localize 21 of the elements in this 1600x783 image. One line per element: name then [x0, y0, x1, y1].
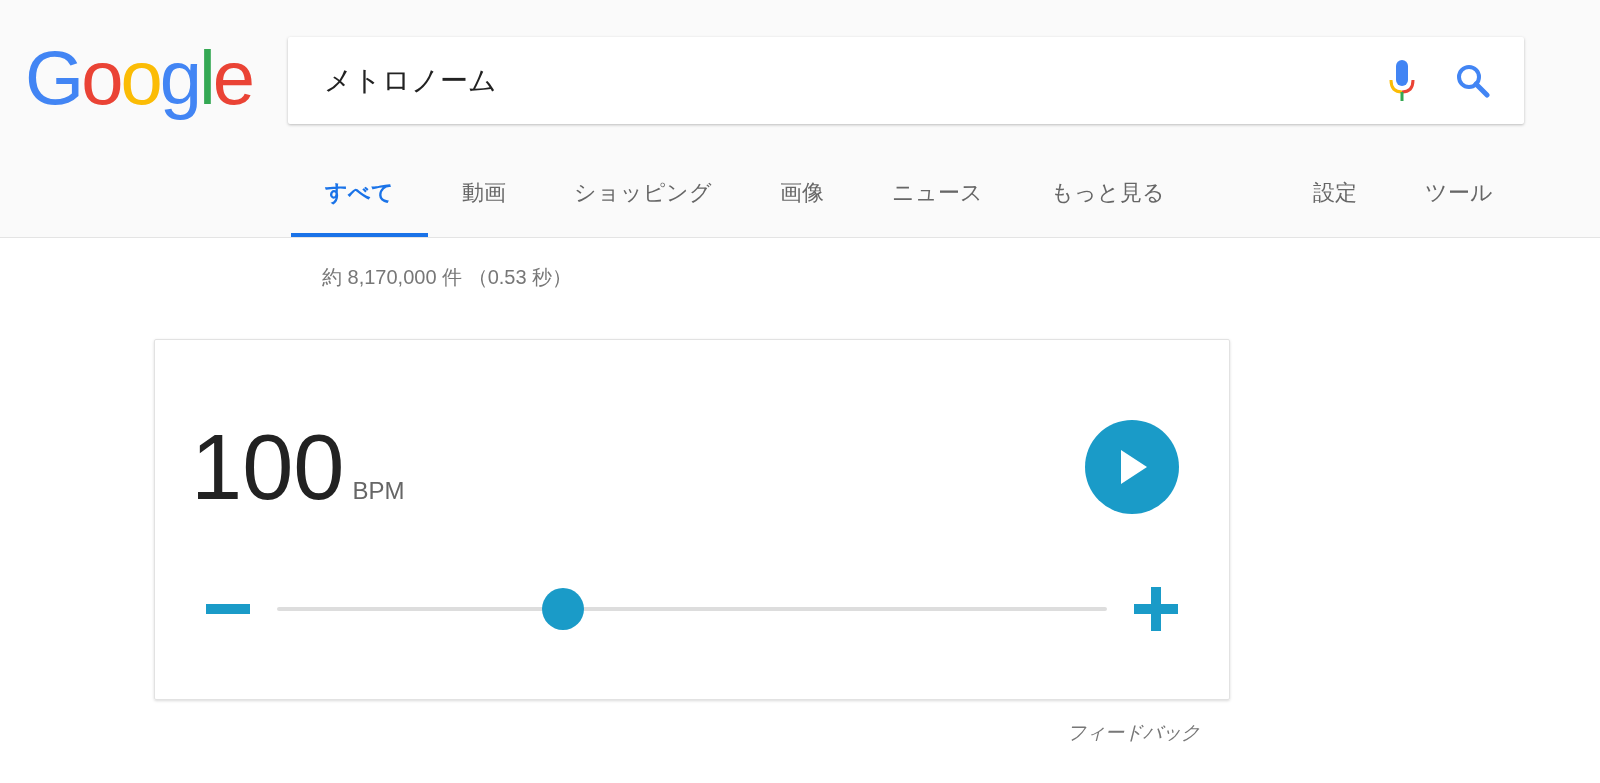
tool-link[interactable]: ツール: [1391, 166, 1527, 237]
nav-tab[interactable]: すべて: [291, 166, 428, 237]
nav-tab[interactable]: もっと見る: [1017, 166, 1199, 237]
tempo-value: 100: [191, 421, 345, 513]
nav-tab[interactable]: ニュース: [858, 166, 1017, 237]
search-icon[interactable]: [1456, 63, 1491, 98]
result-stats: 約 8,170,000 件 （0.53 秒）: [322, 265, 574, 290]
nav-tab[interactable]: ショッピング: [540, 166, 746, 237]
tempo-slider[interactable]: [277, 588, 1107, 630]
search-input[interactable]: メトロノーム: [322, 63, 1349, 98]
slider-thumb[interactable]: [542, 588, 585, 630]
feedback-link[interactable]: フィードバック: [1050, 720, 1200, 746]
tempo-unit: BPM: [352, 477, 405, 505]
minus-icon: [206, 604, 250, 614]
microphone-icon[interactable]: [1388, 59, 1417, 102]
search-bar[interactable]: メトロノーム: [288, 37, 1525, 124]
nav-tab[interactable]: 画像: [746, 166, 858, 237]
nav-tab[interactable]: 動画: [428, 166, 540, 237]
plus-icon: [1134, 587, 1178, 631]
tool-link[interactable]: 設定: [1279, 166, 1391, 237]
increase-button[interactable]: [1133, 586, 1179, 632]
